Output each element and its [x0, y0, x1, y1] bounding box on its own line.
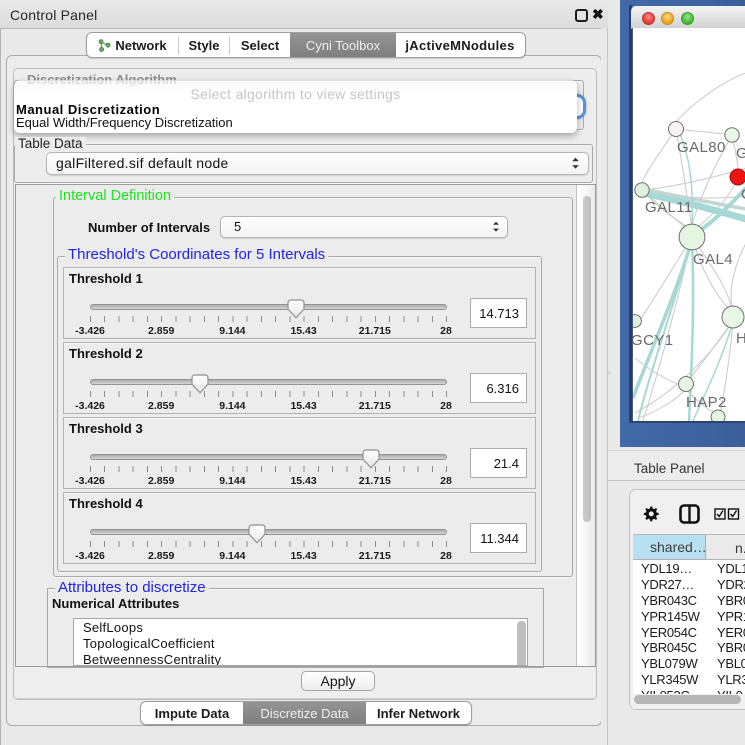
- svg-text:HAP2: HAP2: [686, 394, 727, 411]
- svg-text:C: C: [741, 186, 745, 203]
- svg-text:GAL4: GAL4: [693, 251, 733, 268]
- svg-text:GAL80: GAL80: [677, 139, 726, 156]
- svg-text:GCY1: GCY1: [633, 332, 673, 349]
- svg-text:H: H: [736, 330, 745, 347]
- svg-text:G.: G.: [736, 145, 745, 162]
- svg-text:GAL11: GAL11: [645, 199, 693, 216]
